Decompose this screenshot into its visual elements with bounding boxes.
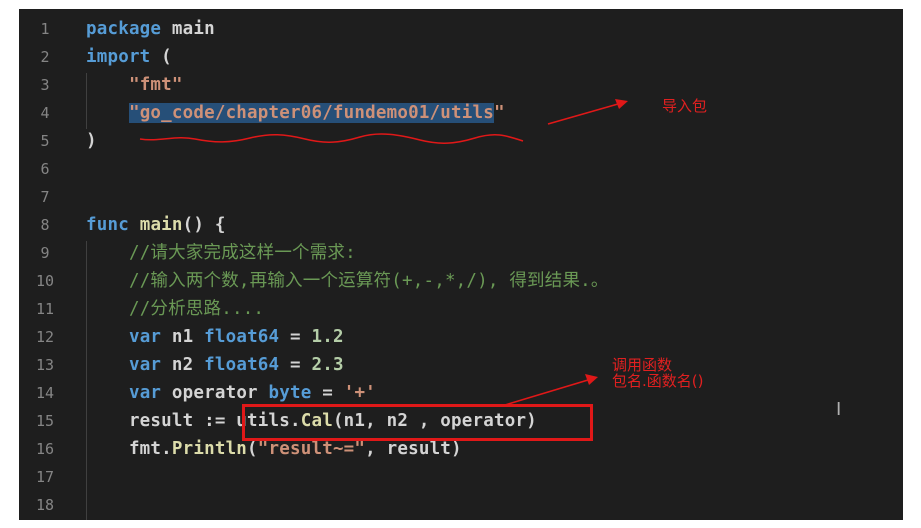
call-syntax-note: 包名.函数名() — [612, 372, 704, 390]
red-squiggle-underline — [139, 133, 524, 144]
import-package-note: 导入包 — [662, 97, 708, 115]
call-arrow-line — [504, 379, 589, 406]
text-cursor-icon: I — [836, 399, 842, 420]
annotation-overlay — [139, 99, 628, 406]
function-call-highlight-box — [242, 404, 593, 441]
import-arrow-line — [547, 103, 619, 125]
